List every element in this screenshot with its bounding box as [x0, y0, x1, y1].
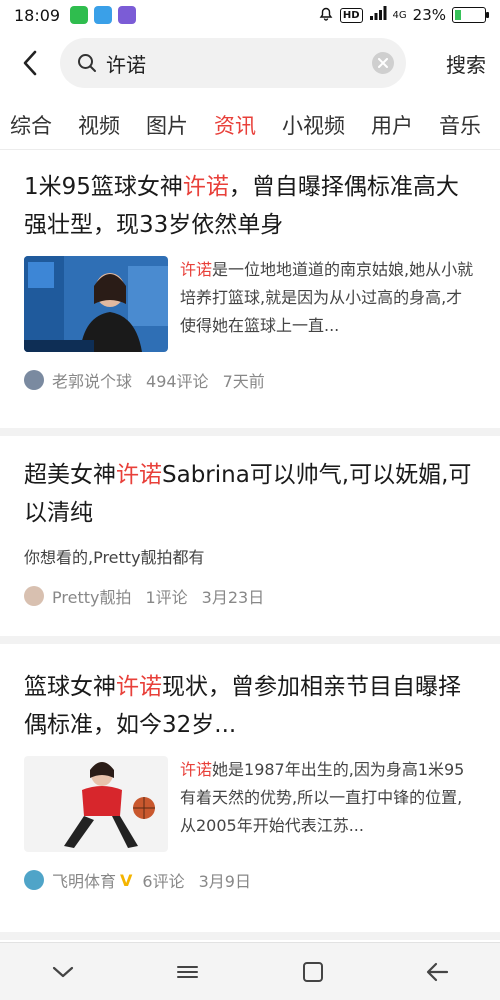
recent-apps-icon — [176, 965, 198, 978]
result-snippet: 许诺是一位地地道道的南京姑娘,她从小就培养打篮球,就是因为从小过高的身高,才使得… — [180, 260, 474, 335]
divider — [0, 636, 500, 644]
comment-count: 1评论 — [145, 588, 188, 607]
verified-badge-icon: V — [120, 870, 133, 890]
comment-count: 494评论 — [146, 372, 209, 391]
publish-time: 7天前 — [222, 372, 265, 391]
avatar[interactable] — [24, 586, 44, 606]
result-meta: Pretty靓拍 1评论 3月23日 — [24, 584, 476, 608]
result-description: 你想看的,Pretty靓拍都有 — [24, 548, 205, 567]
category-tabs: 综合 视频 图片 资讯 小视频 用户 音乐 — [0, 100, 500, 150]
divider — [0, 428, 500, 436]
hd-badge-icon: HD — [339, 7, 363, 23]
result-card[interactable]: 篮球女神许诺现状，曾参加相亲节目自曝择偶标准，如今32岁... 许诺她是1987… — [0, 668, 500, 892]
tab-music[interactable]: 音乐 — [439, 110, 481, 140]
back-arrow-icon — [23, 50, 37, 76]
tab-video[interactable]: 视频 — [78, 110, 120, 140]
battery-icon — [452, 7, 489, 23]
avatar[interactable] — [24, 370, 44, 390]
search-input[interactable] — [106, 51, 372, 75]
result-card[interactable]: 超美女神许诺Sabrina可以帅气,可以妩媚,可以清纯 你想看的,Pretty靓… — [0, 456, 500, 608]
search-header: 搜索 — [0, 30, 500, 96]
tab-comprehensive[interactable]: 综合 — [10, 110, 52, 140]
system-nav-bar — [0, 942, 500, 1000]
tab-users[interactable]: 用户 — [371, 110, 413, 140]
publish-time: 3月9日 — [198, 872, 251, 891]
author-name[interactable]: Pretty靓拍 — [52, 584, 131, 608]
home-square-icon — [302, 961, 323, 982]
avatar[interactable] — [24, 870, 44, 890]
status-time: 18:09 — [14, 5, 61, 25]
publish-time: 3月23日 — [201, 588, 265, 607]
divider — [0, 932, 500, 940]
recent-apps-button[interactable] — [158, 950, 218, 994]
result-card[interactable]: 1米95篮球女神许诺，曾自曝择偶标准高大强壮型，现33岁依然单身 许诺是一位地地… — [0, 168, 500, 392]
mail-app-icon — [94, 6, 113, 24]
result-media-row: 许诺是一位地地道道的南京姑娘,她从小就培养打篮球,就是因为从小过高的身高,才使得… — [24, 256, 476, 352]
back-nav-icon — [426, 962, 448, 981]
result-title[interactable]: 超美女神许诺Sabrina可以帅气,可以妩媚,可以清纯 — [24, 456, 476, 532]
signal-icon — [369, 5, 387, 25]
comment-count: 6评论 — [142, 872, 185, 891]
network-type: 4G — [392, 9, 407, 21]
search-icon — [76, 52, 98, 74]
result-title[interactable]: 1米95篮球女神许诺，曾自曝择偶标准高大强壮型，现33岁依然单身 — [24, 168, 476, 244]
bell-off-icon — [318, 5, 334, 25]
battery-percent: 23% — [412, 6, 446, 24]
chevron-down-icon — [52, 966, 73, 977]
author-name[interactable]: 飞明体育 — [52, 868, 116, 892]
gallery-app-icon — [118, 6, 137, 24]
author-name[interactable]: 老郭说个球 — [52, 368, 132, 392]
system-back-button[interactable] — [408, 950, 468, 994]
tab-news[interactable]: 资讯 — [214, 110, 256, 140]
result-media-row: 许诺她是1987年出生的,因为身高1米95有着天然的优势,所以一直打中锋的位置,… — [24, 756, 476, 852]
hide-nav-button[interactable] — [33, 950, 93, 994]
clear-search-button[interactable] — [372, 52, 394, 74]
search-box[interactable] — [60, 38, 406, 88]
result-meta: 老郭说个球 494评论 7天前 — [24, 368, 476, 392]
back-button[interactable] — [12, 43, 48, 83]
wechat-icon — [70, 6, 89, 24]
status-right: HD 4G 23% — [318, 5, 489, 25]
result-snippet: 许诺她是1987年出生的,因为身高1米95有着天然的优势,所以一直打中锋的位置,… — [180, 760, 465, 835]
clear-icon — [378, 58, 388, 68]
status-bar: 18:09 HD 4G 23% — [0, 0, 500, 30]
search-submit-button[interactable]: 搜索 — [446, 49, 486, 78]
battery-fill — [455, 10, 462, 20]
tab-images[interactable]: 图片 — [146, 110, 188, 140]
home-button[interactable] — [283, 950, 343, 994]
result-meta: 飞明体育 V 6评论 3月9日 — [24, 868, 476, 892]
result-title[interactable]: 篮球女神许诺现状，曾参加相亲节目自曝择偶标准，如今32岁... — [24, 668, 476, 744]
result-thumbnail[interactable] — [24, 256, 168, 352]
status-left: 18:09 — [14, 5, 137, 25]
tab-short-video[interactable]: 小视频 — [282, 110, 345, 140]
result-thumbnail[interactable] — [24, 756, 168, 852]
